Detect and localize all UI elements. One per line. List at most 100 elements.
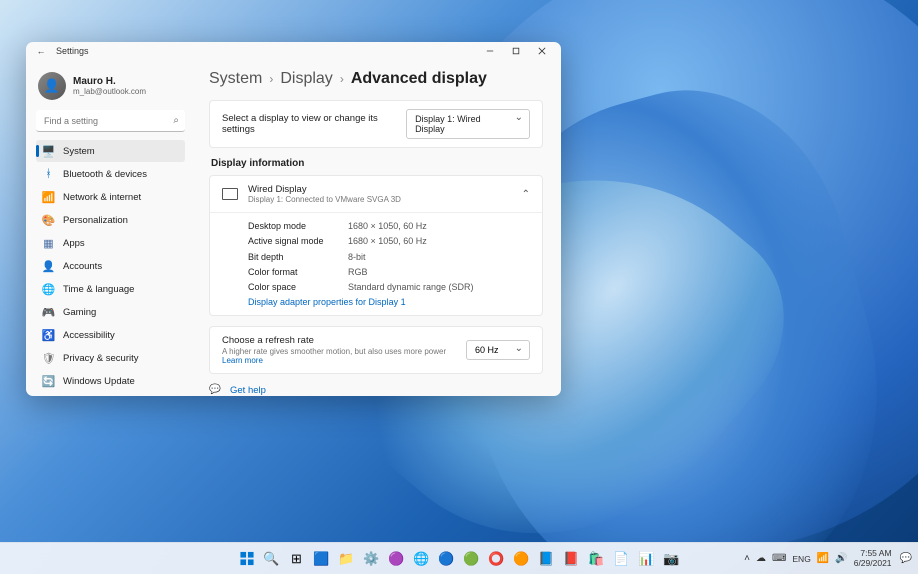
nav-label: Privacy & security — [63, 353, 139, 364]
clock[interactable]: 7:55 AM 6/29/2021 — [854, 549, 892, 568]
chevron-right-icon: › — [269, 72, 273, 86]
nav-label: Personalization — [63, 215, 128, 226]
nav-icon: 🖥️ — [42, 145, 55, 158]
window-title: Settings — [56, 46, 89, 56]
nav-label: Network & internet — [63, 192, 141, 203]
notifications-icon[interactable]: 💬 — [900, 553, 912, 564]
app-icon[interactable]: 🔵 — [436, 548, 458, 570]
property-row: Desktop mode1680 × 1050, 60 Hz — [248, 219, 530, 234]
crumb-display[interactable]: Display — [280, 70, 332, 88]
nav-label: Apps — [63, 238, 85, 249]
search-box[interactable]: ⌕ — [36, 110, 185, 132]
task-view-button[interactable]: ⊞ — [286, 548, 308, 570]
property-value: 8-bit — [348, 250, 366, 265]
maximize-button[interactable] — [503, 42, 529, 60]
sidebar-item-personalization[interactable]: 🎨Personalization — [36, 209, 185, 231]
app-icon[interactable]: 📕 — [561, 548, 583, 570]
property-key: Bit depth — [248, 250, 348, 265]
search-button[interactable]: 🔍 — [261, 548, 283, 570]
nav-label: Windows Update — [63, 376, 135, 387]
search-input[interactable] — [36, 110, 185, 132]
volume-icon[interactable]: 🔊 — [835, 553, 847, 564]
taskbar-center: 🔍 ⊞ 🟦 📁 ⚙️ 🟣 🌐 🔵 🟢 ⭕ 🟠 📘 📕 🛍️ 📄 📊 📷 — [236, 548, 683, 570]
get-help-link[interactable]: 💬 Get help — [209, 384, 543, 396]
monitor-icon — [222, 188, 238, 200]
sidebar-item-system[interactable]: 🖥️ System — [36, 140, 185, 162]
settings-window: ← Settings 👤 Mauro H. m_lab@outlook.com … — [26, 42, 561, 396]
property-value: 1680 × 1050, 60 Hz — [348, 219, 427, 234]
date: 6/29/2021 — [854, 559, 892, 568]
sidebar-item-network-internet[interactable]: 📶 Network & internet — [36, 186, 185, 208]
wifi-icon[interactable]: 📶 — [817, 553, 829, 564]
settings-icon[interactable]: ⚙️ — [361, 548, 383, 570]
nav-icon: 🛡 — [42, 352, 55, 365]
nav-label: System — [63, 146, 95, 157]
sidebar-item-privacy-security[interactable]: 🛡 Privacy & security — [36, 347, 185, 369]
camera-icon[interactable]: 📷 — [661, 548, 683, 570]
nav-icon: 📶 — [42, 191, 55, 204]
property-row: Color spaceStandard dynamic range (SDR) — [248, 280, 530, 295]
titlebar: ← Settings — [26, 42, 561, 60]
start-button[interactable] — [236, 548, 258, 570]
display-header[interactable]: Wired Display Display 1: Connected to VM… — [210, 176, 542, 213]
chevron-right-icon: › — [340, 72, 344, 86]
search-icon: ⌕ — [173, 115, 179, 126]
tray-chevron-icon[interactable]: ˄ — [744, 553, 750, 564]
language-indicator[interactable]: ENG — [792, 554, 810, 564]
adapter-properties-link[interactable]: Display adapter properties for Display 1 — [248, 295, 530, 307]
nav-icon: 👤 — [42, 260, 55, 273]
widgets-button[interactable]: 🟦 — [311, 548, 333, 570]
nav-icon: ▦ — [42, 237, 55, 250]
word-icon[interactable]: 📄 — [611, 548, 633, 570]
property-value: 1680 × 1050, 60 Hz — [348, 234, 427, 249]
keyboard-icon[interactable]: ⌨ — [772, 553, 786, 564]
refresh-rate-title: Choose a refresh rate — [222, 335, 454, 346]
nav-label: Accessibility — [63, 330, 115, 341]
display-selector[interactable]: Display 1: Wired Display — [406, 109, 530, 139]
property-key: Active signal mode — [248, 234, 348, 249]
crumb-system[interactable]: System — [209, 70, 262, 88]
system-tray: ˄ ☁ ⌨ ENG 📶 🔊 7:55 AM 6/29/2021 💬 — [744, 549, 912, 568]
sidebar-item-gaming[interactable]: 🎮 Gaming — [36, 301, 185, 323]
chevron-up-icon[interactable]: ⌃ — [522, 189, 530, 200]
help-icon: 💬 — [209, 384, 222, 396]
sidebar-item-bluetooth-devices[interactable]: ᚼBluetooth & devices — [36, 163, 185, 185]
excel-icon[interactable]: 📊 — [636, 548, 658, 570]
nav-label: Accounts — [63, 261, 102, 272]
display-connection: Display 1: Connected to VMware SVGA 3D — [248, 195, 512, 204]
property-value: Standard dynamic range (SDR) — [348, 280, 474, 295]
learn-more-link[interactable]: Learn more — [222, 356, 263, 365]
app-icon[interactable]: 🟢 — [461, 548, 483, 570]
refresh-rate-card: Choose a refresh rate A higher rate give… — [209, 326, 543, 374]
display-name: Wired Display — [248, 184, 512, 195]
nav-label: Bluetooth & devices — [63, 169, 147, 180]
edge-icon[interactable]: 🌐 — [411, 548, 433, 570]
crumb-current: Advanced display — [351, 70, 487, 88]
nav-label: Gaming — [63, 307, 96, 318]
avatar: 👤 — [38, 72, 66, 100]
explorer-icon[interactable]: 📁 — [336, 548, 358, 570]
onedrive-icon[interactable]: ☁ — [756, 553, 766, 564]
sidebar-item-accessibility[interactable]: ♿ Accessibility — [36, 324, 185, 346]
sidebar-item-apps[interactable]: ▦ Apps — [36, 232, 185, 254]
close-button[interactable] — [529, 42, 555, 60]
back-button[interactable]: ← — [32, 46, 50, 56]
store-icon[interactable]: 🛍️ — [586, 548, 608, 570]
nav-icon: 🌐 — [42, 283, 55, 296]
select-display-label: Select a display to view or change its s… — [222, 113, 406, 135]
chrome-icon[interactable]: ⭕ — [486, 548, 508, 570]
nav-icon: ♿ — [42, 329, 55, 342]
profile[interactable]: 👤 Mauro H. m_lab@outlook.com — [38, 72, 185, 100]
app-icon[interactable]: 📘 — [536, 548, 558, 570]
property-key: Desktop mode — [248, 219, 348, 234]
minimize-button[interactable] — [477, 42, 503, 60]
nav-icon: 🎮 — [42, 306, 55, 319]
app-icon[interactable]: 🟠 — [511, 548, 533, 570]
app-icon[interactable]: 🟣 — [386, 548, 408, 570]
refresh-rate-selector[interactable]: 60 Hz — [466, 340, 530, 360]
sidebar-item-windows-update[interactable]: 🔄Windows Update — [36, 370, 185, 392]
sidebar-item-time-language[interactable]: 🌐Time & language — [36, 278, 185, 300]
property-value: RGB — [348, 265, 368, 280]
property-row: Active signal mode1680 × 1050, 60 Hz — [248, 234, 530, 249]
sidebar-item-accounts[interactable]: 👤 Accounts — [36, 255, 185, 277]
